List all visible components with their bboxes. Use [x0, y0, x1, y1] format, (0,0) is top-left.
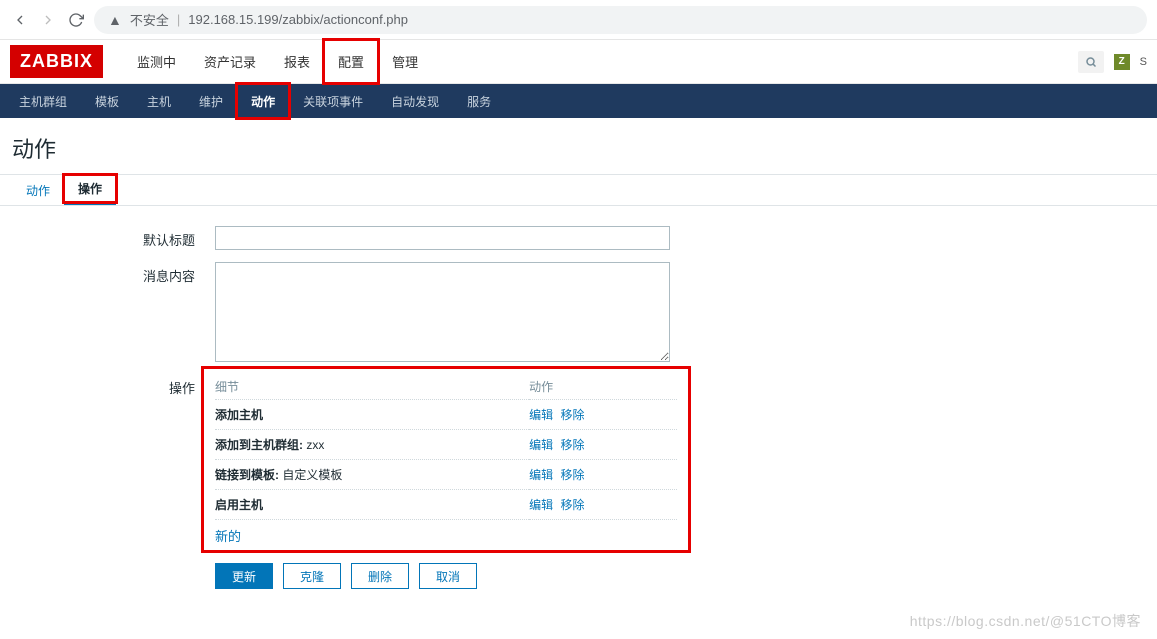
tab-动作[interactable]: 动作 — [12, 175, 64, 205]
top-menu-配置[interactable]: 配置 — [324, 40, 378, 83]
tabs: 动作操作 — [0, 174, 1157, 206]
update-button[interactable]: 更新 — [215, 563, 273, 589]
op-actions: 编辑 移除 — [529, 400, 677, 430]
sub-nav-服务[interactable]: 服务 — [453, 84, 505, 118]
browser-bar: ▲ 不安全 | 192.168.15.199/zabbix/actionconf… — [0, 0, 1157, 40]
sub-nav-模板[interactable]: 模板 — [81, 84, 133, 118]
top-menu: 监测中资产记录报表配置管理 — [123, 40, 432, 83]
insecure-icon: ▲ — [108, 12, 122, 28]
col-details: 细节 — [215, 374, 529, 400]
col-action: 动作 — [529, 374, 677, 400]
operations-panel: 细节 动作 添加主机编辑 移除添加到主机群组: zxx编辑 移除链接到模板: 自… — [215, 374, 677, 545]
reload-icon[interactable] — [66, 10, 86, 30]
page-title: 动作 — [0, 118, 1157, 174]
new-operation-link[interactable]: 新的 — [215, 520, 241, 545]
op-actions: 编辑 移除 — [529, 460, 677, 490]
default-subject-input[interactable] — [215, 226, 670, 250]
delete-button[interactable]: 删除 — [351, 563, 409, 589]
address-bar[interactable]: ▲ 不安全 | 192.168.15.199/zabbix/actionconf… — [94, 6, 1147, 34]
op-detail: 启用主机 — [215, 490, 529, 520]
form-area: 默认标题 消息内容 操作 细节 动作 添加主机编辑 移除添加到主机群组: zxx… — [0, 206, 1157, 619]
sub-nav-主机群组[interactable]: 主机群组 — [5, 84, 81, 118]
remove-link[interactable]: 移除 — [561, 498, 585, 512]
remove-link[interactable]: 移除 — [561, 438, 585, 452]
op-actions: 编辑 移除 — [529, 490, 677, 520]
share-label: S — [1140, 56, 1147, 68]
clone-button[interactable]: 克隆 — [283, 563, 341, 589]
edit-link[interactable]: 编辑 — [529, 408, 553, 422]
message-content-textarea[interactable] — [215, 262, 670, 362]
sub-nav: 主机群组模板主机维护动作关联项事件自动发现服务 — [0, 84, 1157, 118]
op-actions: 编辑 移除 — [529, 430, 677, 460]
button-row: 更新 克隆 删除 取消 — [215, 563, 1157, 589]
op-detail: 链接到模板: 自定义模板 — [215, 460, 529, 490]
insecure-label: 不安全 — [130, 10, 169, 29]
share-icon[interactable]: Z — [1114, 54, 1130, 70]
top-menu-报表[interactable]: 报表 — [270, 40, 324, 83]
url-text: 192.168.15.199/zabbix/actionconf.php — [188, 12, 408, 27]
table-row: 添加主机编辑 移除 — [215, 400, 677, 430]
separator: | — [177, 12, 180, 27]
op-detail: 添加到主机群组: zxx — [215, 430, 529, 460]
sub-nav-动作[interactable]: 动作 — [237, 84, 289, 118]
table-row: 启用主机编辑 移除 — [215, 490, 677, 520]
search-button[interactable] — [1078, 51, 1104, 73]
remove-link[interactable]: 移除 — [561, 468, 585, 482]
forward-icon — [38, 10, 58, 30]
top-menu-管理[interactable]: 管理 — [378, 40, 432, 83]
operations-table: 细节 动作 添加主机编辑 移除添加到主机群组: zxx编辑 移除链接到模板: 自… — [215, 374, 677, 520]
sub-nav-自动发现[interactable]: 自动发现 — [377, 84, 453, 118]
table-row: 链接到模板: 自定义模板编辑 移除 — [215, 460, 677, 490]
op-detail: 添加主机 — [215, 400, 529, 430]
logo[interactable]: ZABBIX — [10, 45, 103, 78]
top-menu-监测中[interactable]: 监测中 — [123, 40, 190, 83]
remove-link[interactable]: 移除 — [561, 408, 585, 422]
edit-link[interactable]: 编辑 — [529, 438, 553, 452]
app-header: ZABBIX 监测中资产记录报表配置管理 Z S — [0, 40, 1157, 84]
edit-link[interactable]: 编辑 — [529, 498, 553, 512]
cancel-button[interactable]: 取消 — [419, 563, 477, 589]
default-subject-label: 默认标题 — [0, 226, 215, 249]
back-icon[interactable] — [10, 10, 30, 30]
sub-nav-维护[interactable]: 维护 — [185, 84, 237, 118]
top-menu-资产记录[interactable]: 资产记录 — [190, 40, 270, 83]
sub-nav-主机[interactable]: 主机 — [133, 84, 185, 118]
table-row: 添加到主机群组: zxx编辑 移除 — [215, 430, 677, 460]
tab-操作[interactable]: 操作 — [64, 175, 116, 205]
operations-label: 操作 — [0, 374, 215, 397]
sub-nav-关联项事件[interactable]: 关联项事件 — [289, 84, 377, 118]
edit-link[interactable]: 编辑 — [529, 468, 553, 482]
message-content-label: 消息内容 — [0, 262, 215, 285]
